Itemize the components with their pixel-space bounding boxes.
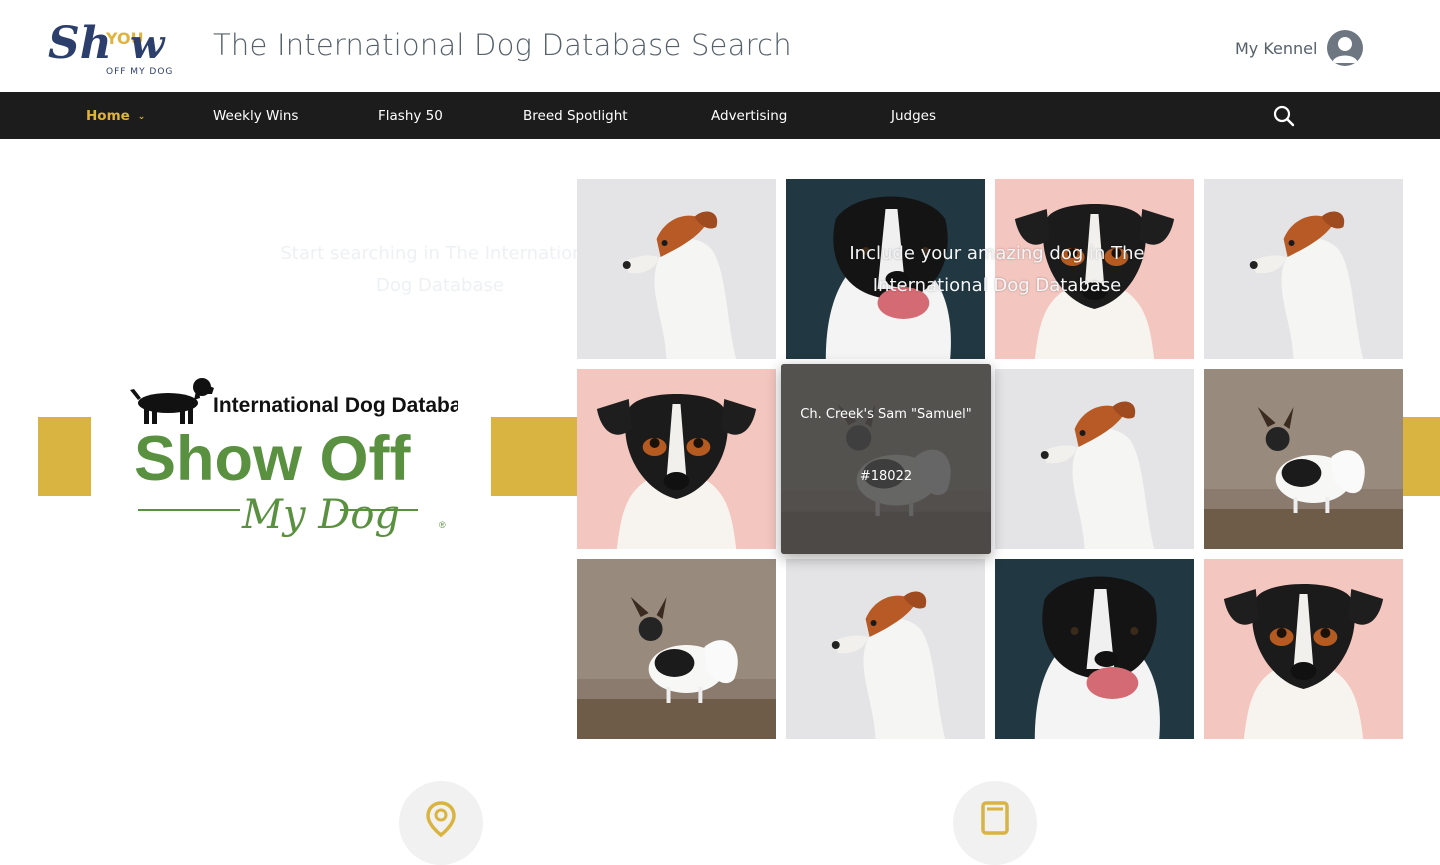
dog-photo-tile[interactable] (995, 369, 1194, 549)
my-kennel-link[interactable]: My Kennel (1235, 39, 1317, 58)
dog-photo-tile[interactable] (1204, 559, 1403, 739)
user-avatar-icon[interactable] (1327, 30, 1363, 66)
dog-photo-tile[interactable] (1204, 179, 1403, 359)
dog-photo-tile[interactable] (577, 559, 776, 739)
search-database-prompt[interactable]: Start searching in The International Dog… (270, 238, 610, 302)
add-dog-prompt[interactable]: Include your amazing dog in The Internat… (800, 238, 1194, 302)
nav-item-flashy-50[interactable]: Flashy 50 (378, 108, 443, 124)
svg-text:International Dog Database: International Dog Database (213, 394, 458, 417)
svg-text:OFF MY DOG: OFF MY DOG (106, 67, 173, 77)
dog-photo-tile[interactable] (1204, 369, 1403, 549)
accent-band (1403, 417, 1440, 496)
dog-photo-tile[interactable] (577, 369, 776, 549)
location-pin-icon[interactable] (399, 781, 483, 865)
nav-item-advertising[interactable]: Advertising (711, 108, 787, 124)
site-header: Sh YOU w OFF MY DOG The International Do… (0, 0, 1440, 92)
svg-text:Sh: Sh (48, 18, 112, 69)
svg-text:Show Off: Show Off (134, 424, 411, 494)
nav-item-judges[interactable]: Judges (891, 108, 936, 124)
svg-text:w: w (130, 21, 166, 68)
site-logo[interactable]: Sh YOU w OFF MY DOG (48, 14, 174, 80)
show-off-my-dog-logo: International Dog Database Show Off My D… (128, 370, 485, 565)
accent-band (38, 417, 91, 496)
nav-item-weekly-wins[interactable]: Weekly Wins (213, 108, 298, 124)
nav-item-home[interactable]: Home ⌄ (86, 108, 145, 124)
svg-text:My Dog: My Dog (241, 492, 400, 538)
dog-photo-tile[interactable] (577, 179, 776, 359)
accent-band (491, 417, 577, 496)
document-icon[interactable] (953, 781, 1037, 865)
page-title: The International Dog Database Search (213, 28, 792, 62)
svg-text:®: ® (439, 520, 446, 530)
search-icon[interactable] (1272, 104, 1296, 128)
nav-item-breed-spotlight[interactable]: Breed Spotlight (523, 108, 628, 124)
dog-photo-tile[interactable] (786, 559, 985, 739)
dog-name: Ch. Creek's Sam "Samuel" (800, 407, 972, 422)
dog-info-overlay: Ch. Creek's Sam "Samuel" #18022 (781, 364, 991, 554)
dog-photo-tile[interactable] (995, 559, 1194, 739)
nav-item-label: Home (86, 108, 130, 124)
dog-id: #18022 (859, 469, 913, 484)
dog-photo-tile-hovered[interactable]: Ch. Creek's Sam "Samuel" #18022 (781, 364, 991, 554)
main-nav: Home ⌄ Weekly Wins Flashy 50 Breed Spotli… (0, 92, 1440, 139)
chevron-down-icon: ⌄ (137, 112, 146, 122)
